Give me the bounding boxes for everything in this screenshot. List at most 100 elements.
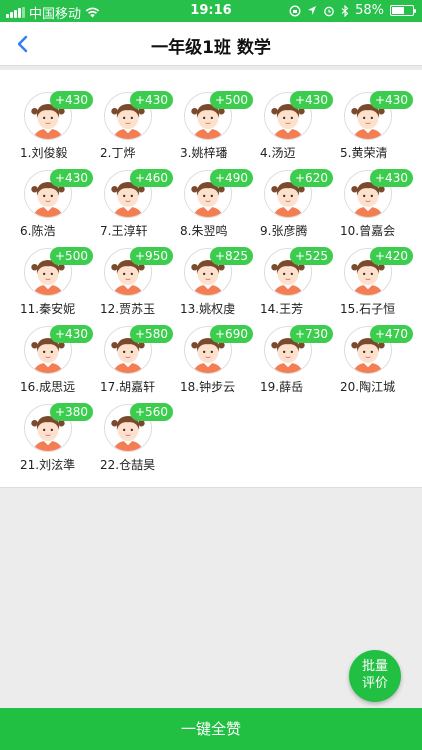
score-badge: +430 (50, 169, 93, 187)
student-name: 8.朱翌鸣 (180, 224, 228, 238)
score-badge: +525 (290, 247, 333, 265)
student-name: 16.成思远 (20, 380, 76, 394)
score-badge: +690 (210, 325, 253, 343)
avatar: +430 (24, 325, 93, 374)
avatar: +420 (344, 247, 413, 296)
avatar: +950 (104, 247, 173, 296)
avatar: +490 (184, 169, 253, 218)
student-card[interactable]: +525 14.王芳 (260, 244, 340, 320)
alarm-icon (324, 6, 334, 16)
status-bar: 中国移动 19:16 58% (0, 0, 422, 22)
score-badge: +430 (50, 91, 93, 109)
student-card[interactable]: +470 20.陶江城 (340, 322, 420, 398)
student-name: 2.丁烨 (100, 146, 136, 160)
avatar: +825 (184, 247, 253, 296)
student-name: 18.钟步云 (180, 380, 236, 394)
battery-percent: 58% (355, 3, 384, 18)
student-name: 6.陈浩 (20, 224, 56, 238)
student-card[interactable]: +500 3.姚梓璠 (180, 88, 260, 164)
student-card[interactable]: +380 21.刘泫準 (20, 400, 100, 476)
avatar: +500 (24, 247, 93, 296)
score-badge: +460 (130, 169, 173, 187)
student-card[interactable]: +560 22.仓喆昊 (100, 400, 180, 476)
score-badge: +430 (370, 169, 413, 187)
battery-fill (392, 7, 404, 14)
batch-evaluate-label-line1: 批量 (361, 659, 388, 674)
avatar: +380 (24, 403, 93, 452)
avatar: +460 (104, 169, 173, 218)
student-name: 3.姚梓璠 (180, 146, 228, 160)
avatar: +430 (344, 91, 413, 140)
student-name: 17.胡嘉轩 (100, 380, 156, 394)
student-card[interactable]: +430 4.汤迈 (260, 88, 340, 164)
student-name: 14.王芳 (260, 302, 304, 316)
score-badge: +420 (370, 247, 413, 265)
student-card[interactable]: +490 8.朱翌鸣 (180, 166, 260, 242)
avatar: +560 (104, 403, 173, 452)
page-title: 一年级1班 数学 (151, 38, 271, 58)
student-card[interactable]: +430 2.丁烨 (100, 88, 180, 164)
student-card[interactable]: +430 16.成思远 (20, 322, 100, 398)
student-name: 19.薛岳 (260, 380, 304, 394)
student-name: 21.刘泫準 (20, 458, 76, 472)
student-name: 20.陶江城 (340, 380, 396, 394)
avatar: +430 (264, 91, 333, 140)
student-name: 1.刘俊毅 (20, 146, 68, 160)
student-name: 9.张彦腾 (260, 224, 308, 238)
student-card[interactable]: +730 19.薛岳 (260, 322, 340, 398)
student-name: 4.汤迈 (260, 146, 296, 160)
student-card[interactable]: +430 5.黄荣清 (340, 88, 420, 164)
student-card[interactable]: +430 1.刘俊毅 (20, 88, 100, 164)
batch-evaluate-button[interactable]: 批量 评价 (349, 650, 401, 702)
score-badge: +950 (130, 247, 173, 265)
student-card[interactable]: +430 10.曾嘉会 (340, 166, 420, 242)
score-badge: +825 (210, 247, 253, 265)
battery-icon (390, 5, 416, 16)
student-card[interactable]: +690 18.钟步云 (180, 322, 260, 398)
avatar: +620 (264, 169, 333, 218)
avatar: +730 (264, 325, 333, 374)
student-name: 5.黄荣清 (340, 146, 388, 160)
praise-all-button[interactable]: 一键全赞 (0, 708, 422, 750)
student-name: 11.秦安妮 (20, 302, 76, 316)
student-grid: +430 1.刘俊毅 +430 2.丁烨 +500 3.姚梓璠 +430 4.汤… (0, 70, 422, 488)
rotation-lock-icon (289, 5, 301, 16)
student-card[interactable]: +420 15.石子恒 (340, 244, 420, 320)
score-badge: +430 (370, 91, 413, 109)
avatar: +430 (344, 169, 413, 218)
avatar: +580 (104, 325, 173, 374)
score-badge: +500 (210, 91, 253, 109)
student-name: 7.王淳轩 (100, 224, 148, 238)
student-card[interactable]: +500 11.秦安妮 (20, 244, 100, 320)
location-icon (308, 6, 317, 15)
score-badge: +430 (130, 91, 173, 109)
student-card[interactable]: +580 17.胡嘉轩 (100, 322, 180, 398)
bluetooth-icon (341, 4, 349, 17)
navigation-bar: 一年级1班 数学 (0, 22, 422, 66)
student-name: 15.石子恒 (340, 302, 396, 316)
score-badge: +490 (210, 169, 253, 187)
avatar: +430 (24, 91, 93, 140)
score-badge: +430 (290, 91, 333, 109)
score-badge: +560 (130, 403, 173, 421)
avatar: +500 (184, 91, 253, 140)
student-name: 12.贾苏玉 (100, 302, 156, 316)
student-card[interactable]: +950 12.贾苏玉 (100, 244, 180, 320)
score-badge: +500 (50, 247, 93, 265)
avatar: +525 (264, 247, 333, 296)
score-badge: +620 (290, 169, 333, 187)
avatar: +470 (344, 325, 413, 374)
score-badge: +380 (50, 403, 93, 421)
student-name: 22.仓喆昊 (100, 458, 156, 472)
avatar: +430 (104, 91, 173, 140)
student-card[interactable]: +825 13.姚权虔 (180, 244, 260, 320)
student-name: 10.曾嘉会 (340, 224, 396, 238)
score-badge: +470 (370, 325, 413, 343)
student-card[interactable]: +430 6.陈浩 (20, 166, 100, 242)
score-badge: +580 (130, 325, 173, 343)
avatar: +690 (184, 325, 253, 374)
score-badge: +730 (290, 325, 333, 343)
student-card[interactable]: +460 7.王淳轩 (100, 166, 180, 242)
batch-evaluate-label-line2: 评价 (361, 676, 388, 691)
student-card[interactable]: +620 9.张彦腾 (260, 166, 340, 242)
